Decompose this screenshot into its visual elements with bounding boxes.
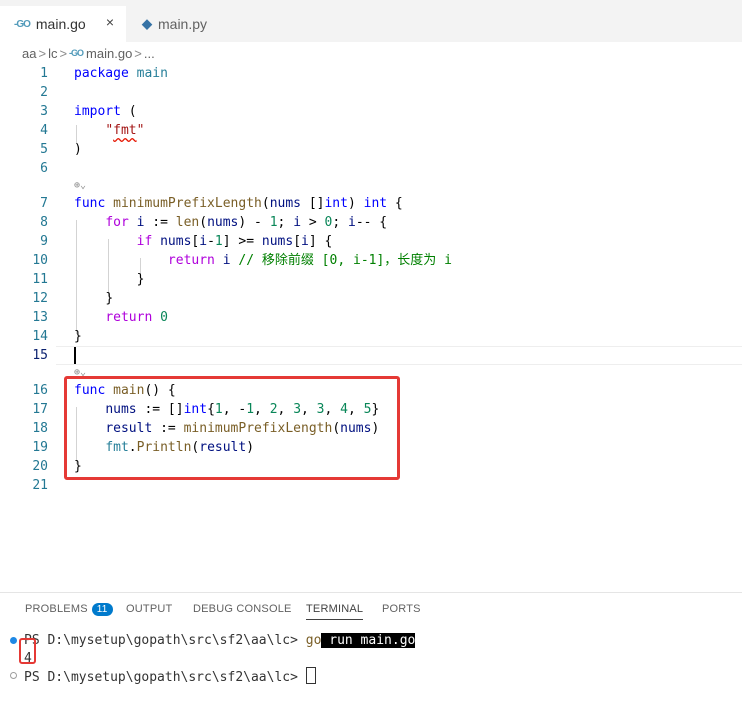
line-number: 18	[32, 421, 48, 436]
breadcrumb: aa > lc > -GO main.go > ...	[0, 42, 742, 64]
go-file-icon: -GO	[14, 18, 31, 30]
tab-output[interactable]: OUTPUT	[126, 603, 172, 615]
terminal-line: PS D:\mysetup\gopath\src\sf2\aa\lc>	[24, 667, 316, 687]
current-line-highlight	[56, 346, 742, 365]
line-number: 2	[40, 85, 48, 100]
panel-tabs: PROBLEMS 11 OUTPUT DEBUG CONSOLE TERMINAL…	[0, 593, 742, 625]
line-number: 8	[40, 215, 48, 230]
line-number: 9	[40, 234, 48, 249]
tab-label: main.go	[35, 16, 86, 32]
codelens-icon[interactable]: ⊕⌄	[74, 176, 86, 195]
line-number: 21	[32, 478, 48, 493]
close-icon[interactable]: ×	[106, 14, 114, 30]
tab-main-go[interactable]: -GO main.go ×	[0, 6, 126, 42]
code-line: func minimumPrefixLength(nums []int) int…	[74, 196, 403, 211]
breadcrumb-folder-lc[interactable]: lc	[48, 46, 57, 61]
code-line: }	[136, 272, 145, 287]
tab-ports[interactable]: PORTS	[382, 603, 421, 615]
line-number: 15	[32, 348, 48, 363]
code-line: )	[74, 142, 82, 157]
terminal-cursor	[305, 667, 316, 684]
line-number: 5	[40, 142, 48, 157]
line-number: 17	[32, 402, 48, 417]
chevron-right-icon: >	[38, 45, 47, 61]
go-file-icon: -GO	[69, 48, 84, 58]
line-number: 1	[40, 66, 48, 81]
code-line: return i // 移除前缀 [0, i-1]，长度为 i	[167, 253, 452, 268]
breadcrumb-symbol[interactable]: ...	[144, 46, 155, 61]
code-line: package main	[74, 66, 168, 81]
line-number: 19	[32, 440, 48, 455]
code-line: }	[74, 329, 82, 344]
python-file-icon: ◆	[142, 16, 152, 31]
code-line: for i := len(nums) - 1; i > 0; i-- {	[105, 215, 388, 230]
tab-terminal[interactable]: TERMINAL	[306, 603, 364, 620]
line-number: 14	[32, 329, 48, 344]
tab-main-py[interactable]: ◆ main.py	[128, 6, 244, 42]
line-number: 3	[40, 104, 48, 119]
terminal-line: PS D:\mysetup\gopath\src\sf2\aa\lc> go r…	[24, 633, 416, 648]
tab-problems[interactable]: PROBLEMS 11	[25, 603, 113, 616]
code-editor[interactable]: 1 2 3 4 5 6 7 8 9 10 11 12 13 14 15 16 1…	[0, 64, 742, 592]
chevron-right-icon: >	[59, 45, 68, 61]
tab-label: main.py	[158, 16, 208, 32]
breadcrumb-folder-aa[interactable]: aa	[22, 46, 36, 61]
code-line: "fmt"	[105, 123, 145, 138]
tab-debug-console[interactable]: DEBUG CONSOLE	[193, 603, 292, 615]
editor-tab-bar: -GO main.go × ◆ main.py	[0, 0, 742, 42]
code-line: return 0	[105, 310, 168, 325]
line-number: 11	[32, 272, 48, 287]
command-success-dot-icon	[10, 637, 17, 644]
line-number: 12	[32, 291, 48, 306]
command-idle-dot-icon	[10, 672, 17, 679]
line-number: 13	[32, 310, 48, 325]
line-number: 6	[40, 161, 48, 176]
problems-count-badge: 11	[91, 603, 113, 616]
line-number: 7	[40, 196, 48, 211]
line-number: 10	[32, 253, 48, 268]
highlight-box	[19, 638, 36, 664]
code-line: }	[105, 291, 114, 306]
code-line: if nums[i-1] >= nums[i] {	[136, 234, 333, 249]
breadcrumb-file[interactable]: main.go	[86, 46, 132, 61]
highlight-box	[64, 376, 400, 480]
line-number: 16	[32, 383, 48, 398]
line-number: 4	[40, 123, 48, 138]
chevron-right-icon: >	[134, 45, 142, 61]
line-number: 20	[32, 459, 48, 474]
text-cursor	[74, 347, 76, 364]
code-line: import (	[74, 104, 137, 119]
bottom-panel: PROBLEMS 11 OUTPUT DEBUG CONSOLE TERMINAL…	[0, 592, 742, 715]
